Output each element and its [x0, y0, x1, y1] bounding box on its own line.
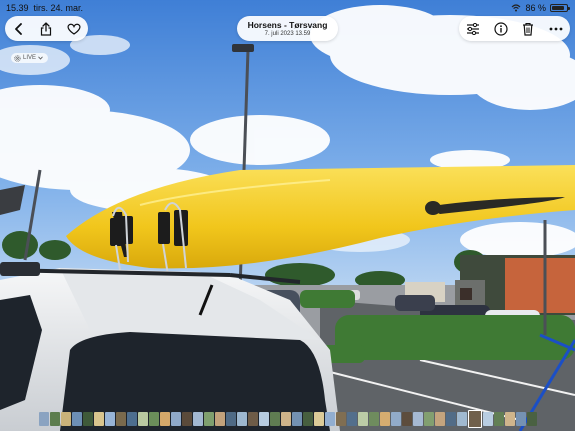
thumbnail[interactable]: [60, 411, 71, 426]
sliders-icon: [466, 22, 479, 35]
right-toolbar: [459, 16, 570, 41]
thumbnail-current[interactable]: [467, 409, 482, 428]
share-button[interactable]: [36, 19, 56, 39]
info-button[interactable]: [491, 19, 511, 39]
thumbnail[interactable]: [137, 411, 148, 426]
status-date: tirs. 24. mar.: [33, 3, 84, 13]
trash-icon: [523, 22, 534, 36]
thumbnail[interactable]: [302, 411, 313, 426]
thumbnail[interactable]: [493, 411, 504, 426]
live-label: LIVE: [23, 55, 37, 61]
thumbnail[interactable]: [181, 411, 192, 426]
thumbnail[interactable]: [159, 411, 170, 426]
photo-viewer[interactable]: [0, 0, 575, 431]
more-button[interactable]: [546, 19, 566, 39]
thumbnail[interactable]: [291, 411, 302, 426]
live-photo-badge[interactable]: LIVE: [11, 53, 49, 63]
thumbnail[interactable]: [93, 411, 104, 426]
chevron-down-icon: [38, 56, 43, 60]
kayak-photo: [0, 0, 575, 431]
wifi-icon: [512, 4, 521, 12]
thumbnail[interactable]: [126, 411, 137, 426]
ellipsis-icon: [549, 27, 563, 30]
thumbnail[interactable]: [258, 411, 269, 426]
thumbnail[interactable]: [390, 411, 401, 426]
adjust-button[interactable]: [463, 19, 483, 39]
thumbnail[interactable]: [236, 411, 247, 426]
thumbnail[interactable]: [280, 411, 291, 426]
thumbnail-list: [38, 409, 537, 428]
thumbnail[interactable]: [324, 411, 335, 426]
thumbnail[interactable]: [192, 411, 203, 426]
live-photo-icon: [14, 54, 21, 62]
title-pill[interactable]: Horsens - Tørsvang 7. juli 2023 13.59: [237, 16, 338, 41]
thumbnail[interactable]: [148, 411, 159, 426]
photo-location: Horsens - Tørsvang: [247, 19, 328, 30]
info-icon: [494, 21, 508, 36]
thumbnail[interactable]: [247, 411, 258, 426]
thumbnail[interactable]: [515, 411, 526, 426]
thumbnail[interactable]: [482, 411, 493, 426]
thumbnail[interactable]: [71, 411, 82, 426]
thumbnail[interactable]: [357, 411, 368, 426]
battery-percent: 86 %: [525, 3, 546, 13]
thumbnail[interactable]: [225, 411, 236, 426]
heart-icon: [67, 23, 81, 35]
thumbnail[interactable]: [412, 411, 423, 426]
thumbnail[interactable]: [504, 411, 515, 426]
thumbnail[interactable]: [346, 411, 357, 426]
chevron-left-icon: [14, 22, 22, 35]
thumbnail[interactable]: [115, 411, 126, 426]
thumbnail[interactable]: [423, 411, 434, 426]
thumbnail[interactable]: [526, 411, 537, 426]
thumbnail-strip[interactable]: [0, 406, 575, 431]
status-time-date: 15.39 tirs. 24. mar.: [6, 3, 83, 13]
battery-fill: [552, 6, 564, 10]
thumbnail[interactable]: [269, 411, 280, 426]
thumbnail[interactable]: [379, 411, 390, 426]
status-time: 15.39: [6, 3, 29, 13]
thumbnail[interactable]: [214, 411, 225, 426]
back-button[interactable]: [9, 19, 29, 39]
favorite-button[interactable]: [64, 19, 84, 39]
thumbnail[interactable]: [82, 411, 93, 426]
battery-icon: [550, 4, 570, 12]
share-icon: [41, 21, 52, 36]
thumbnail[interactable]: [49, 411, 60, 426]
thumbnail[interactable]: [104, 411, 115, 426]
left-toolbar: [5, 16, 88, 41]
thumbnail[interactable]: [368, 411, 379, 426]
thumbnail[interactable]: [401, 411, 412, 426]
thumbnail[interactable]: [203, 411, 214, 426]
thumbnail[interactable]: [456, 411, 467, 426]
thumbnail[interactable]: [313, 411, 324, 426]
thumbnail[interactable]: [434, 411, 445, 426]
photo-datetime: 7. juli 2023 13.59: [264, 30, 311, 37]
thumbnail[interactable]: [445, 411, 456, 426]
status-right: 86 %: [511, 3, 570, 13]
thumbnail[interactable]: [335, 411, 346, 426]
status-bar: 15.39 tirs. 24. mar. 86 %: [0, 3, 575, 15]
thumbnail[interactable]: [38, 411, 49, 426]
thumbnail[interactable]: [170, 411, 181, 426]
delete-button[interactable]: [518, 19, 538, 39]
